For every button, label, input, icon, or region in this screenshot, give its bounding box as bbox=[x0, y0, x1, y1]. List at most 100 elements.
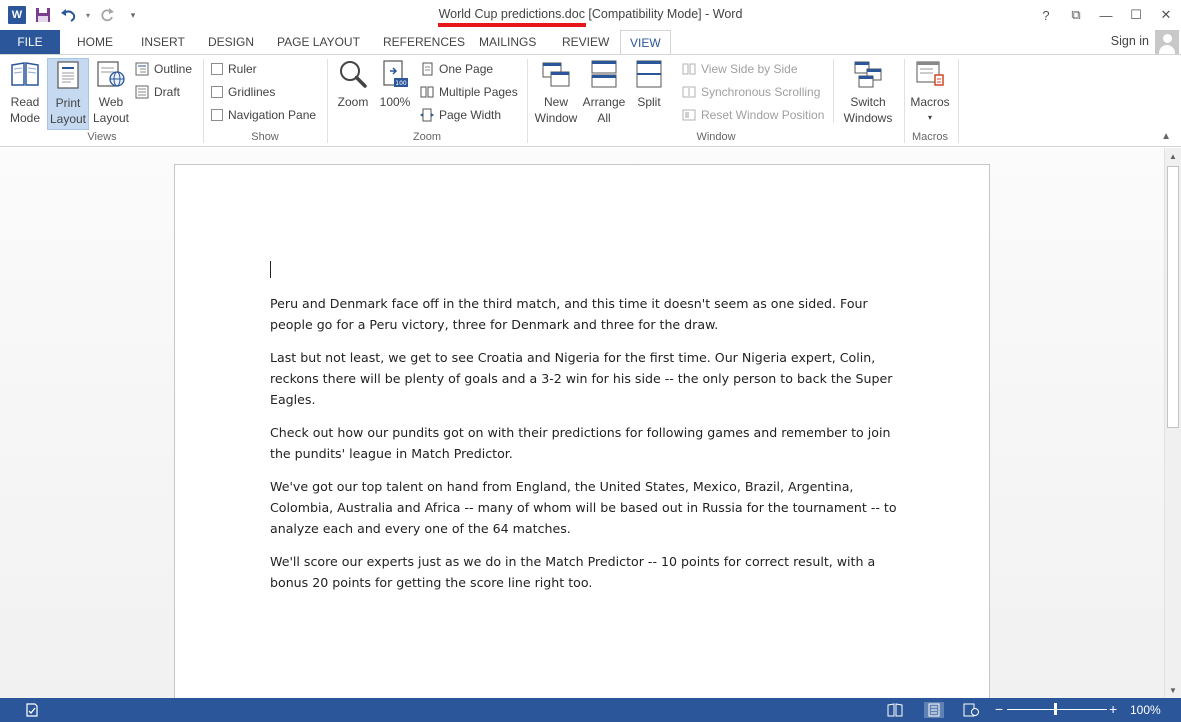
synchronous-scrolling-button[interactable]: Synchronous Scrolling bbox=[682, 82, 820, 102]
zoom-in-button[interactable]: + bbox=[1109, 701, 1117, 717]
maximize-button[interactable]: ☐ bbox=[1121, 0, 1151, 30]
ruler-checkbox[interactable]: Ruler bbox=[211, 59, 257, 79]
zoom-button[interactable]: Zoom bbox=[334, 58, 372, 110]
sync-scroll-icon bbox=[682, 85, 696, 99]
zoom-slider[interactable] bbox=[1007, 709, 1107, 710]
side-by-side-icon bbox=[682, 62, 696, 76]
read-mode-view-icon[interactable] bbox=[887, 702, 903, 718]
multiple-pages-button[interactable]: Multiple Pages bbox=[420, 82, 518, 102]
group-separator bbox=[327, 59, 328, 143]
show-group-label: Show bbox=[251, 131, 279, 143]
view-side-by-side-button[interactable]: View Side by Side bbox=[682, 59, 798, 79]
zoom-slider-thumb[interactable] bbox=[1054, 703, 1057, 715]
read-mode-label-2: Mode bbox=[9, 111, 41, 125]
paragraph[interactable]: We'll score our experts just as we do in… bbox=[270, 551, 900, 593]
tab-view[interactable]: VIEW bbox=[620, 30, 671, 55]
reset-window-position-button[interactable]: Reset Window Position bbox=[682, 105, 824, 125]
split-button[interactable]: Split bbox=[632, 58, 666, 110]
help-button[interactable]: ? bbox=[1031, 0, 1061, 30]
gridlines-checkbox[interactable]: Gridlines bbox=[211, 82, 275, 102]
switch-windows-icon bbox=[852, 58, 884, 90]
tab-mailings[interactable]: MAILINGS bbox=[479, 30, 536, 54]
proofing-icon[interactable] bbox=[24, 702, 40, 718]
arrange-all-button[interactable]: Arrange All bbox=[580, 58, 628, 126]
new-window-icon bbox=[540, 58, 572, 90]
document-area[interactable]: Peru and Denmark face off in the third m… bbox=[0, 148, 1164, 722]
zoom-group-label: Zoom bbox=[412, 131, 442, 143]
multiple-pages-icon bbox=[420, 85, 434, 99]
arrange-all-icon bbox=[588, 58, 620, 90]
paragraph[interactable]: We've got our top talent on hand from En… bbox=[270, 476, 900, 539]
window-title: World Cup predictions.doc [Compatibility… bbox=[438, 7, 743, 21]
document-page[interactable]: Peru and Denmark face off in the third m… bbox=[174, 164, 990, 722]
sign-in-link[interactable]: Sign in bbox=[1111, 34, 1149, 48]
macros-label: Macros bbox=[910, 95, 950, 109]
switch-windows-button[interactable]: Switch Windows bbox=[838, 58, 898, 126]
print-layout-label-1: Print bbox=[55, 96, 81, 110]
tab-page-layout[interactable]: PAGE LAYOUT bbox=[277, 30, 360, 54]
gridlines-check bbox=[211, 86, 223, 98]
outline-icon bbox=[135, 62, 149, 76]
one-page-icon bbox=[420, 62, 434, 76]
ribbon-display-options-button[interactable]: ⧉ bbox=[1061, 0, 1091, 30]
document-body[interactable]: Peru and Denmark face off in the third m… bbox=[270, 293, 900, 605]
one-page-button[interactable]: One Page bbox=[420, 59, 493, 79]
zoom-level[interactable]: 100% bbox=[1130, 703, 1161, 717]
new-window-label-2: Window bbox=[534, 111, 578, 125]
navigation-pane-checkbox[interactable]: Navigation Pane bbox=[211, 105, 316, 125]
paragraph[interactable]: Last but not least, we get to see Croati… bbox=[270, 347, 900, 410]
scroll-up-arrow-icon[interactable]: ▲ bbox=[1165, 148, 1181, 164]
switch-windows-label-2: Windows bbox=[843, 111, 893, 125]
close-button[interactable]: ✕ bbox=[1151, 0, 1181, 30]
vertical-scrollbar[interactable]: ▲ ▼ bbox=[1164, 148, 1181, 698]
group-separator bbox=[203, 59, 204, 143]
multiple-pages-label: Multiple Pages bbox=[439, 85, 518, 99]
text-cursor bbox=[270, 261, 271, 278]
draft-icon bbox=[135, 85, 149, 99]
collapse-ribbon-icon[interactable]: ▲ bbox=[1161, 131, 1171, 142]
zoom-label: Zoom bbox=[337, 95, 369, 109]
zoom-out-button[interactable]: − bbox=[995, 701, 1003, 717]
switch-windows-label-1: Switch bbox=[850, 95, 886, 109]
tab-home[interactable]: HOME bbox=[77, 30, 113, 54]
avatar[interactable] bbox=[1155, 30, 1179, 54]
window-controls: ? ⧉ — ☐ ✕ bbox=[1031, 0, 1181, 30]
zoom-100-button[interactable]: 100 100% bbox=[377, 58, 413, 110]
page-width-label: Page Width bbox=[439, 108, 502, 122]
synchronous-scrolling-label: Synchronous Scrolling bbox=[701, 85, 821, 99]
group-separator bbox=[958, 59, 959, 143]
magnifier-icon bbox=[337, 58, 369, 90]
paragraph[interactable]: Check out how our pundits got on with th… bbox=[270, 422, 900, 464]
print-layout-icon bbox=[52, 59, 84, 91]
macros-dropdown-icon: ▾ bbox=[927, 113, 932, 122]
tab-design[interactable]: DESIGN bbox=[208, 30, 254, 54]
tab-references[interactable]: REFERENCES bbox=[383, 30, 465, 54]
window-group-label: Window bbox=[696, 131, 736, 143]
tab-file[interactable]: FILE bbox=[0, 30, 60, 54]
minimize-button[interactable]: — bbox=[1091, 0, 1121, 30]
print-layout-button[interactable]: Print Layout bbox=[47, 58, 89, 130]
scroll-down-arrow-icon[interactable]: ▼ bbox=[1165, 682, 1181, 698]
scrollbar-thumb[interactable] bbox=[1167, 166, 1179, 428]
gridlines-label: Gridlines bbox=[228, 85, 276, 99]
macros-button[interactable]: Macros ▾ bbox=[908, 58, 952, 126]
page-width-icon bbox=[420, 108, 434, 122]
navigation-pane-label: Navigation Pane bbox=[228, 108, 317, 122]
read-mode-button[interactable]: Read Mode bbox=[5, 58, 45, 126]
ribbon-view: Read Mode Print Layout Web Layout Outlin… bbox=[0, 54, 1181, 147]
tab-insert[interactable]: INSERT bbox=[141, 30, 185, 54]
web-layout-view-icon[interactable] bbox=[963, 702, 979, 718]
print-layout-view-icon[interactable] bbox=[924, 702, 944, 718]
macros-group-label: Macros bbox=[911, 131, 949, 143]
page-width-button[interactable]: Page Width bbox=[420, 105, 501, 125]
new-window-button[interactable]: New Window bbox=[534, 58, 578, 126]
draft-button[interactable]: Draft bbox=[135, 82, 180, 102]
new-window-label-1: New bbox=[543, 95, 568, 109]
print-layout-label-2: Layout bbox=[49, 112, 87, 126]
web-layout-button[interactable]: Web Layout bbox=[91, 58, 131, 126]
outline-button[interactable]: Outline bbox=[135, 59, 192, 79]
arrange-all-label-2: All bbox=[597, 111, 611, 125]
paragraph[interactable]: Peru and Denmark face off in the third m… bbox=[270, 293, 900, 335]
tab-review[interactable]: REVIEW bbox=[562, 30, 609, 54]
svg-text:100: 100 bbox=[395, 80, 407, 87]
